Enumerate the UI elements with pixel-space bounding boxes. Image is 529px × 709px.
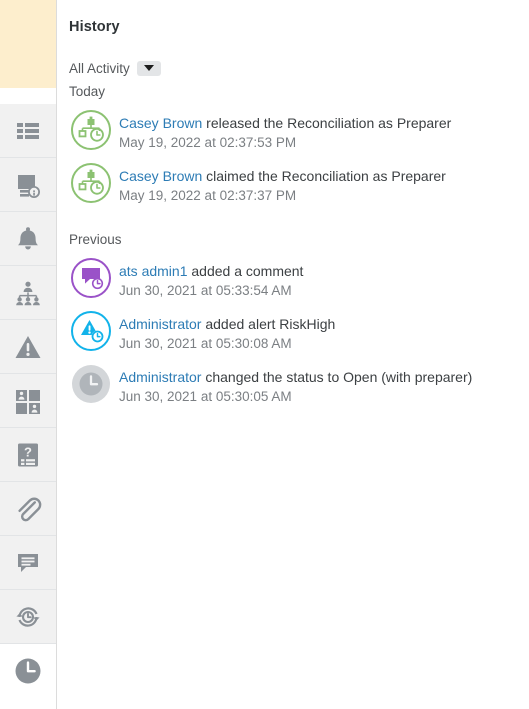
history-panel-app: ? History All Activity Today Casey Brown… — [0, 0, 529, 709]
history-entry-body: Casey Brown claimed the Reconciliation a… — [119, 164, 446, 205]
history-entry[interactable]: ats admin1 added a comment Jun 30, 2021 … — [69, 256, 513, 300]
highlight-block — [0, 0, 56, 88]
status-change-clock-icon — [69, 362, 113, 406]
entry-actor-link[interactable]: Casey Brown — [119, 115, 202, 131]
left-icon-rail: ? — [0, 0, 57, 709]
chevron-down-icon — [143, 65, 154, 71]
group-header-previous: Previous — [69, 232, 122, 247]
entry-actor-link[interactable]: Administrator — [119, 316, 201, 332]
history-entry-headline: Administrator changed the status to Open… — [119, 368, 472, 386]
entry-action-text: changed the status to Open (with prepare… — [201, 369, 473, 385]
sidebar-item-recurrence[interactable] — [0, 590, 56, 644]
history-content-panel: History All Activity Today Casey Brown r… — [57, 0, 529, 709]
entry-action-text: claimed the Reconciliation as Preparer — [202, 168, 446, 184]
sidebar-item-list[interactable] — [0, 104, 56, 158]
entry-action-text: released the Reconciliation as Preparer — [202, 115, 452, 131]
entry-timestamp: May 19, 2022 at 02:37:37 PM — [119, 188, 297, 203]
entry-actor-link[interactable]: Casey Brown — [119, 168, 202, 184]
clock-icon — [13, 656, 43, 686]
bell-icon — [14, 225, 42, 253]
entry-timestamp: May 19, 2022 at 02:37:53 PM — [119, 135, 297, 150]
entry-group-today: Casey Brown released the Reconciliation … — [69, 108, 513, 205]
paperclip-icon — [14, 495, 42, 523]
history-entry-headline: Administrator added alert RiskHigh — [119, 315, 335, 333]
workflow-release-icon — [69, 108, 113, 152]
history-entry[interactable]: Casey Brown released the Reconciliation … — [69, 108, 513, 152]
entry-group-previous: ats admin1 added a comment Jun 30, 2021 … — [69, 256, 513, 406]
entry-actor-link[interactable]: ats admin1 — [119, 263, 187, 279]
history-entry[interactable]: Administrator changed the status to Open… — [69, 365, 513, 406]
workflow-claim-icon — [69, 161, 113, 205]
history-entry-headline: ats admin1 added a comment — [119, 262, 303, 280]
rail-item-list: ? — [0, 104, 56, 698]
activity-filter: All Activity — [69, 58, 513, 78]
history-entry[interactable]: Administrator added alert RiskHigh Jun 3… — [69, 309, 513, 353]
svg-text:?: ? — [24, 444, 32, 459]
question-doc-icon: ? — [14, 441, 42, 469]
document-info-icon — [14, 171, 42, 199]
history-entry-body: Administrator added alert RiskHigh Jun 3… — [119, 312, 335, 353]
entry-action-text: added alert RiskHigh — [201, 316, 336, 332]
sidebar-item-questions[interactable]: ? — [0, 428, 56, 482]
history-entry[interactable]: Casey Brown claimed the Reconciliation a… — [69, 161, 513, 205]
entry-actor-link[interactable]: Administrator — [119, 369, 201, 385]
comment-added-icon — [69, 256, 113, 300]
org-chart-icon — [14, 279, 42, 307]
comment-icon — [14, 549, 42, 577]
alert-added-icon — [69, 309, 113, 353]
history-entry-body: Casey Brown released the Reconciliation … — [119, 111, 451, 152]
sidebar-item-details[interactable] — [0, 158, 56, 212]
entry-timestamp: Jun 30, 2021 at 05:33:54 AM — [119, 283, 292, 298]
sidebar-item-alerts[interactable] — [0, 320, 56, 374]
page-title: History — [69, 19, 120, 35]
sidebar-item-attachments[interactable] — [0, 482, 56, 536]
sidebar-item-notifications[interactable] — [0, 212, 56, 266]
history-sync-icon — [14, 603, 42, 631]
users-grid-icon — [14, 387, 42, 415]
activity-filter-label: All Activity — [69, 60, 130, 76]
history-entry-headline: Casey Brown released the Reconciliation … — [119, 114, 451, 132]
activity-filter-dropdown-button[interactable] — [136, 60, 161, 76]
history-entry-headline: Casey Brown claimed the Reconciliation a… — [119, 167, 446, 185]
warning-icon — [14, 333, 42, 361]
history-entry-body: ats admin1 added a comment Jun 30, 2021 … — [119, 259, 303, 300]
sidebar-item-workflow[interactable] — [0, 266, 56, 320]
entry-action-text: added a comment — [187, 263, 304, 279]
entry-timestamp: Jun 30, 2021 at 05:30:08 AM — [119, 336, 292, 351]
list-icon — [14, 117, 42, 145]
entry-timestamp: Jun 30, 2021 at 05:30:05 AM — [119, 389, 292, 404]
history-entry-body: Administrator changed the status to Open… — [119, 365, 472, 406]
group-header-today: Today — [69, 84, 106, 99]
sidebar-item-comments[interactable] — [0, 536, 56, 590]
sidebar-item-assignments[interactable] — [0, 374, 56, 428]
sidebar-item-history[interactable] — [0, 644, 56, 698]
